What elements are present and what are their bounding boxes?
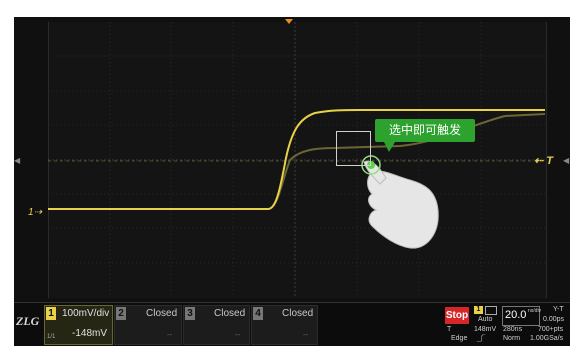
- memory-depth: 280ns: [503, 326, 523, 333]
- trigger-mode[interactable]: Auto: [478, 316, 492, 324]
- acquisition-mode[interactable]: Norm: [503, 335, 520, 343]
- timebase-scale: 20.0: [505, 309, 527, 321]
- callout-tail: [384, 142, 395, 152]
- ch1-settings[interactable]: 1 100mV/div -148mV 1/1: [44, 305, 113, 345]
- display-mode[interactable]: Y-T: [553, 306, 564, 314]
- right-scroll-tab[interactable]: ◀: [563, 156, 569, 165]
- horizontal-delay: 0.00ps: [543, 316, 565, 323]
- ch4-number: 4: [253, 307, 263, 320]
- zlg-logo: ZLG: [16, 314, 40, 328]
- ch4-value: --: [303, 330, 309, 339]
- ch2-settings[interactable]: 2 Closed --: [114, 305, 182, 345]
- ch1-offset-marker[interactable]: 1⇢: [28, 207, 42, 218]
- ch3-number: 3: [185, 307, 195, 320]
- ch4-status: Closed: [282, 308, 314, 319]
- timebase-scale-button[interactable]: 20.0 ns/div: [502, 306, 542, 326]
- trigger-level[interactable]: 148mV: [474, 326, 496, 334]
- trigger-type[interactable]: Edge: [451, 335, 467, 343]
- waveform-overlay: [48, 22, 546, 298]
- hand-gesture: [363, 160, 439, 249]
- ch1-sub: 1/1: [47, 334, 56, 340]
- ch2-number: 2: [116, 307, 126, 320]
- trigger-source-badge: 1: [474, 306, 483, 314]
- record-points: 700+pts: [538, 326, 564, 333]
- ch4-settings[interactable]: 4 Closed --: [251, 305, 318, 345]
- trigger-position-marker[interactable]: [285, 19, 293, 24]
- edge-rising-icon: _∫‾: [477, 335, 486, 342]
- selection-box[interactable]: [336, 131, 371, 166]
- ch2-status: Closed: [146, 308, 178, 319]
- ch3-status: Closed: [214, 308, 246, 319]
- ch3-value: --: [235, 330, 241, 339]
- touch-trigger-callout: 选中即可触发: [375, 119, 475, 142]
- ch2-value: --: [167, 330, 173, 339]
- trigger-level-marker[interactable]: ⇠ T: [534, 154, 553, 167]
- ch1-scale: 100mV/div: [62, 308, 110, 319]
- run-stop-button[interactable]: Stop: [445, 307, 469, 324]
- ch1-number: 1: [46, 307, 56, 320]
- trigger-icon: [485, 306, 497, 315]
- ch3-settings[interactable]: 3 Closed --: [183, 305, 250, 345]
- timebase-unit: ns/div: [528, 308, 542, 314]
- ch1-offset: -148mV: [72, 328, 108, 339]
- left-scroll-tab[interactable]: ◀: [14, 156, 20, 165]
- sample-rate: 1.00GSa/s: [530, 335, 564, 342]
- trigger-source-label: T: [447, 326, 452, 333]
